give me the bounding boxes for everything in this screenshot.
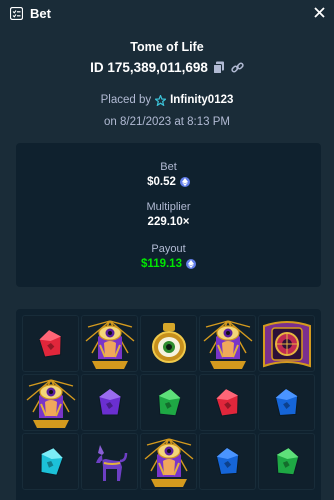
slot-result-board <box>16 309 321 500</box>
modal-title: Bet <box>30 5 51 21</box>
bet-id: ID 175,389,011,698 <box>90 60 208 75</box>
reel-cell <box>258 315 315 372</box>
green-gem-icon <box>274 446 300 477</box>
copy-button[interactable] <box>212 61 226 74</box>
reel-cell <box>81 374 138 431</box>
eye-ring-icon <box>149 321 189 367</box>
reel-cell <box>199 374 256 431</box>
cyan-gem-icon <box>38 447 64 477</box>
link-icon <box>231 62 244 73</box>
payout-value: $119.13 <box>141 258 182 270</box>
link-button[interactable] <box>231 61 244 74</box>
bet-date: on 8/21/2023 at 8:13 PM <box>104 116 230 128</box>
reel-cell <box>140 315 197 372</box>
placed-by-row: Placed by Infinity0123 <box>0 94 334 106</box>
ethereum-coin-icon <box>179 177 190 187</box>
bet-value: $0.52 <box>147 176 176 188</box>
close-button[interactable] <box>312 5 326 19</box>
copy-icon <box>212 61 224 74</box>
reel-cell <box>258 433 315 490</box>
multiplier-label: Multiplier <box>146 201 191 213</box>
reel-cell <box>22 433 79 490</box>
red-gem-icon <box>215 388 241 418</box>
reel-cell <box>258 374 315 431</box>
close-icon <box>313 6 325 18</box>
multiplier-value: 229.10× <box>147 216 190 228</box>
ethereum-coin-icon <box>185 259 196 269</box>
bet-list-icon <box>10 6 23 20</box>
multiplier-stat: Multiplier 229.10× <box>16 201 321 228</box>
bet-label: Bet <box>160 161 177 173</box>
eye-pharaoh-icon <box>141 435 197 489</box>
eye-pharaoh-icon <box>200 317 256 371</box>
tome-book-icon <box>260 318 314 370</box>
eye-pharaoh-icon <box>82 317 138 371</box>
bet-value-row: $0.52 <box>16 176 321 188</box>
blue-gem-icon <box>274 387 300 418</box>
anubis-jackal-icon <box>92 439 128 485</box>
reel-cell <box>199 315 256 372</box>
payout-value-row: $119.13 <box>16 258 321 270</box>
placed-by-label: Placed by <box>100 94 152 106</box>
purple-gem-icon <box>97 387 123 418</box>
game-name[interactable]: Tome of Life <box>0 40 334 54</box>
reel-grid <box>22 315 315 490</box>
payout-stat: Payout $119.13 <box>16 243 321 270</box>
vip-star-icon <box>155 94 167 106</box>
reel-cell <box>140 433 197 490</box>
bet-summary-card: Bet $0.52 Multiplier 229.10× Payout $119… <box>16 143 321 287</box>
reel-cell <box>199 433 256 490</box>
bet-stat: Bet $0.52 <box>16 161 321 188</box>
red-gem-icon <box>38 329 64 359</box>
green-gem-icon <box>156 387 182 418</box>
username-link[interactable]: Infinity0123 <box>170 94 233 106</box>
payout-label: Payout <box>151 243 186 255</box>
reel-cell <box>81 315 138 372</box>
reel-cell <box>140 374 197 431</box>
modal-header: Bet <box>0 0 334 26</box>
reel-cell <box>81 433 138 490</box>
reel-cell <box>22 374 79 431</box>
eye-pharaoh-icon <box>23 376 79 430</box>
blue-gem-icon <box>215 446 241 477</box>
reel-cell <box>22 315 79 372</box>
bet-id-row: ID 175,389,011,698 <box>0 60 334 75</box>
